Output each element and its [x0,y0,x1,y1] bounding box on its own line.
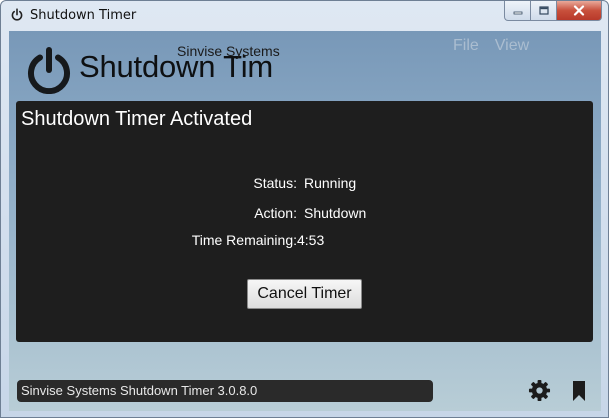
action-label: Action: [254,205,297,221]
status-label: Status: [253,175,297,191]
maximize-icon [538,5,549,15]
panel-title: Shutdown Timer Activated [21,108,253,130]
minimize-button[interactable] [504,1,531,21]
maximize-button[interactable] [531,1,557,21]
minimize-icon [513,11,522,14]
time-remaining-label: Time Remaining: [191,232,297,248]
close-icon [573,5,585,16]
power-icon [28,47,70,94]
gear-icon[interactable] [528,379,551,402]
time-remaining-value: 4:53 [297,232,325,248]
window-controls [504,1,602,22]
title-bar[interactable]: Shutdown Timer [1,1,608,31]
company-name: Sinvise Systems [177,43,280,59]
close-button[interactable] [557,1,602,21]
timer-panel: Shutdown Timer Activated Status: Running… [16,101,593,342]
status-bar: Sinvise Systems Shutdown Timer 3.0.8.0 [17,380,433,402]
menu-bar: File View [453,37,529,55]
action-value: Shutdown [304,205,367,221]
app-window: Shutdown Timer Shutdown Tim Sinvise Syst… [0,0,609,418]
status-value: Running [304,175,357,191]
power-icon [11,8,23,21]
menu-file[interactable]: File [453,37,479,55]
window-title: Shutdown Timer [30,8,137,23]
bookmark-icon[interactable] [571,380,587,402]
cancel-timer-button[interactable]: Cancel Timer [247,279,362,309]
menu-view[interactable]: View [495,37,529,55]
client-area: Shutdown Timer Sinvise Systems File View… [9,31,601,411]
